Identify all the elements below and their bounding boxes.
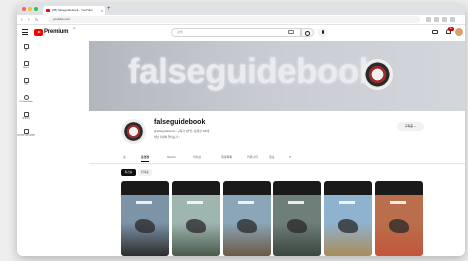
sidebar-item-shorts[interactable]: Shorts [17,61,35,70]
youtube-favicon-icon [46,9,50,12]
tab-community[interactable]: 커뮤니티 [247,153,258,161]
new-tab-button[interactable]: + [107,5,111,14]
sidebar-item-label: YouTube Music [19,101,33,103]
address-bar-row: ‹ › ↻ youtube.com [17,15,465,25]
reload-icon[interactable]: ↻ [35,16,38,24]
profile-icon[interactable] [442,17,447,22]
bookmark-icon[interactable] [434,17,439,22]
browser-tab[interactable]: (95) falseguidebook - YouTube × [43,6,105,15]
tabs-divider [89,163,465,164]
search-button[interactable] [301,28,314,37]
sidebar-item-label: Shorts [23,67,29,69]
logo-country-code: KR [73,28,76,30]
notification-count-badge: 9+ [448,27,454,31]
video-thumbnail[interactable] [121,181,169,256]
tab-close-icon[interactable]: × [101,6,103,15]
logo-text: Premium [44,29,69,35]
tab-home[interactable]: 홈 [123,153,126,161]
extension-icon[interactable] [426,17,431,22]
tab-playlists[interactable]: 재생목록 [221,153,232,161]
sidebar-item-label: 오프라인 저장 동영상 [17,135,35,137]
channel-meta: @falseguidebook • 구독자 1만명 • 동영상 135개 [154,130,210,133]
hamburger-menu-icon[interactable] [22,29,28,35]
browser-tab-title: (95) falseguidebook - YouTube [52,8,93,12]
browser-menu-icon[interactable] [450,17,455,22]
sidebar-item-subscriptions[interactable]: 구독 [17,78,35,87]
channel-search-icon[interactable]: ⌕ [289,153,291,161]
tab-live[interactable]: 라이브 [193,153,201,161]
sidebar-item-label: 구독 [24,84,28,86]
browser-tab-bar: (95) falseguidebook - YouTube × + [17,4,465,15]
video-grid [121,181,423,256]
video-thumbnail[interactable] [223,181,271,256]
sidebar-item-music[interactable]: YouTube Music [17,95,35,104]
chip-latest[interactable]: 최신순 [121,169,136,176]
close-window-icon[interactable] [22,7,26,11]
account-avatar[interactable] [455,28,463,36]
tab-about[interactable]: 정보 [269,153,275,161]
sidebar-item-label: 내 페이지 [22,118,30,120]
music-icon [23,95,29,100]
sidebar-item-library[interactable]: 내 페이지 [17,112,35,121]
sidebar-item-label: 홈 [25,50,27,52]
microphone-icon[interactable] [318,28,327,37]
sidebar-item-downloads[interactable]: 오프라인 저장 동영상 [17,129,35,138]
shorts-icon [23,61,29,66]
banner-logo-icon [362,59,393,90]
subscriptions-icon [23,78,29,83]
youtube-play-icon [34,29,43,36]
channel-description-link[interactable]: 채널 자세히 알아보기 > [154,136,180,140]
chip-popular[interactable]: 인기순 [138,169,152,176]
video-thumbnail[interactable] [172,181,220,256]
tab-shorts[interactable]: Shorts [167,153,176,161]
browser-window: (95) falseguidebook - YouTube × + ‹ › ↻ … [17,4,465,256]
channel-name: falseguidebook [154,119,206,126]
url-input[interactable]: youtube.com [48,16,420,23]
video-thumbnail[interactable] [324,181,372,256]
back-arrow-icon[interactable]: ‹ [21,16,23,24]
channel-avatar[interactable] [121,119,146,144]
sidebar-item-home[interactable]: 홈 [17,44,35,53]
download-icon [23,129,29,134]
home-icon [23,44,29,49]
banner-title: falseguidebook [128,52,378,91]
sidebar: 홈 Shorts 구독 YouTube Music 내 페이지 오프라인 저장 … [17,41,35,256]
keyboard-icon[interactable] [288,30,294,34]
forward-arrow-icon[interactable]: › [28,16,30,24]
search-input[interactable]: 검색 [171,28,301,37]
minimize-window-icon[interactable] [28,7,32,11]
maximize-window-icon[interactable] [34,7,38,11]
channel-banner: falseguidebook [89,41,465,111]
subscribe-button[interactable]: 구독중 ⌄ [397,122,424,131]
video-thumbnail[interactable] [375,181,423,256]
create-video-icon[interactable] [432,30,438,34]
youtube-header: Premium KR 검색 9+ [17,25,465,41]
tab-videos[interactable]: 동영상 [141,153,150,162]
video-thumbnail[interactable] [273,181,321,256]
library-icon [23,112,29,117]
